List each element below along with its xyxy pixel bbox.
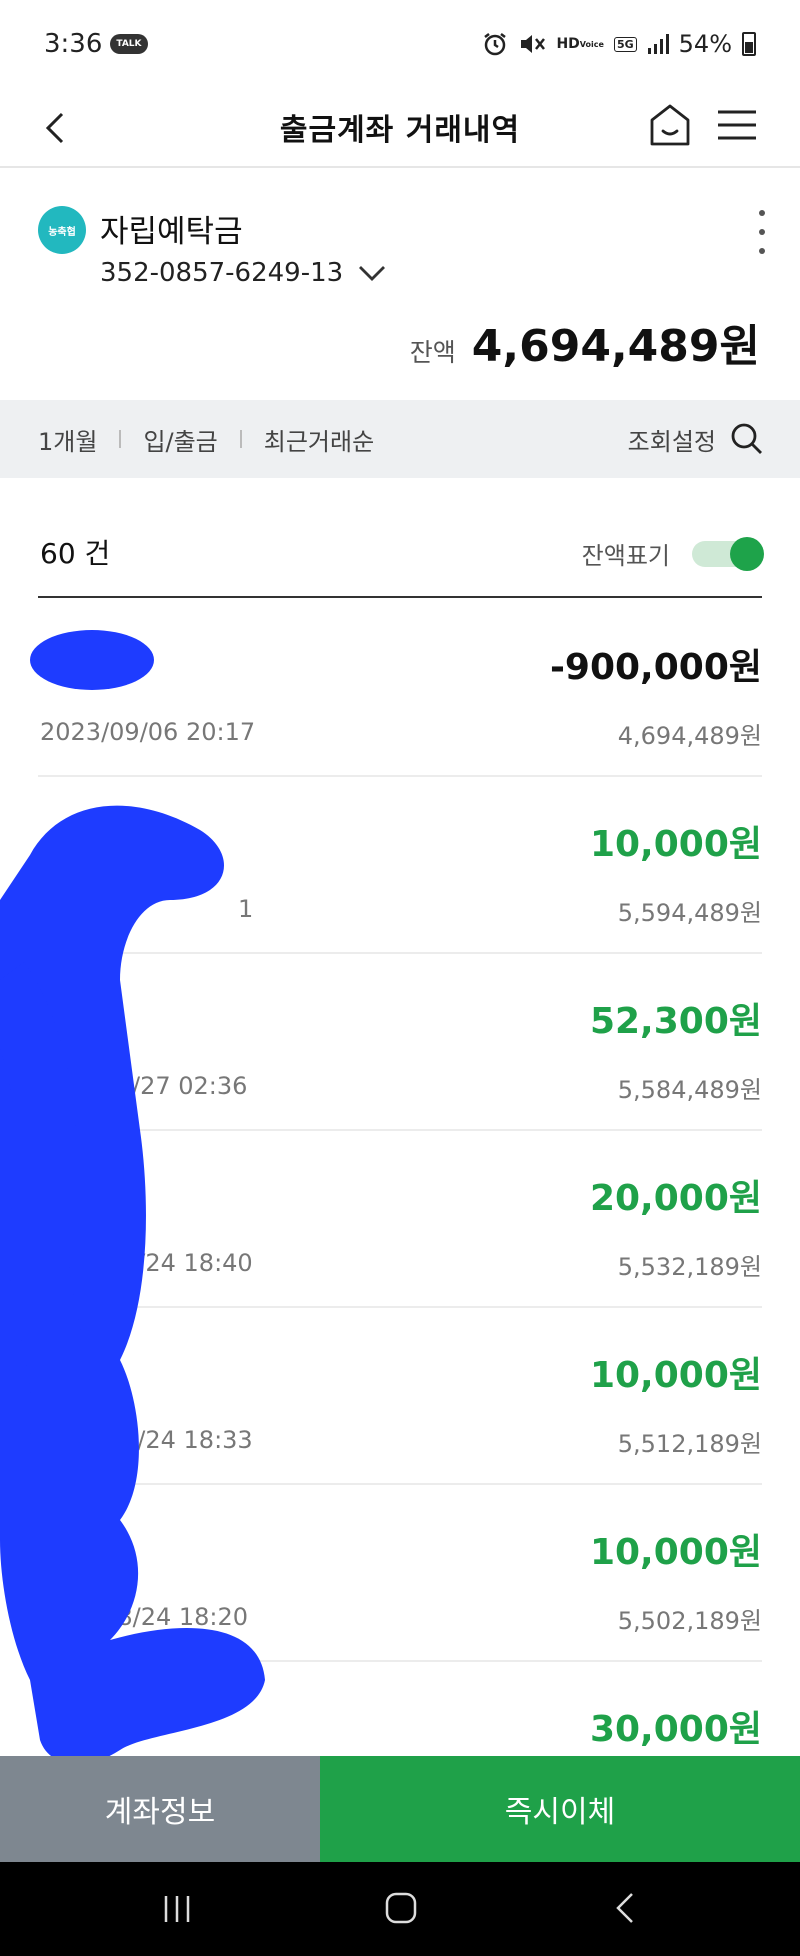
- more-dot: [759, 248, 765, 254]
- transaction-amount: 10,000원: [589, 1355, 762, 1396]
- transaction-summary: 60 건 잔액표기: [38, 478, 764, 598]
- more-dot: [759, 229, 765, 235]
- signal-icon: [647, 33, 669, 55]
- balance-value: 4,694,489원: [471, 321, 760, 372]
- filter-divider: [119, 430, 122, 448]
- more-dot: [759, 210, 765, 216]
- battery-percent: 54%: [678, 30, 732, 58]
- transaction-balance: 4,694,489원: [617, 722, 762, 750]
- search-icon: [731, 423, 762, 454]
- transaction-count: 60 건: [40, 537, 111, 570]
- transaction-amount: -900,000원: [549, 647, 762, 688]
- voice-text: Voice: [579, 39, 604, 49]
- status-bar: 3:36 TALK HD Voice 5G 54%: [0, 0, 800, 88]
- balance-toggle-label: 잔액표기: [581, 542, 670, 570]
- android-nav-bar: [0, 1862, 800, 1956]
- transaction-amount: 20,000원: [589, 1178, 762, 1219]
- transaction-balance: 5,584,489원: [617, 1076, 762, 1104]
- redaction-blob: [30, 630, 154, 690]
- balance-row: 잔액 4,694,489원: [410, 310, 760, 374]
- transaction-amount: 10,000원: [589, 1532, 762, 1573]
- bottom-action-bar: 계좌정보 즉시이체: [0, 1756, 800, 1862]
- home-nav-icon[interactable]: [383, 1890, 419, 1926]
- hd-voice-icon: HD Voice: [556, 35, 604, 52]
- account-summary: 농축협 자립예탁금 352-0857-6249-13 잔액 4,694,489원: [0, 168, 800, 400]
- menu-icon: [718, 110, 756, 140]
- hd-text: HD: [556, 35, 580, 52]
- transaction-balance: 5,532,189원: [617, 1253, 762, 1281]
- balance-display-toggle-row[interactable]: 잔액표기: [581, 536, 764, 571]
- balance-label: 잔액: [409, 338, 456, 367]
- alarm-icon: [482, 31, 508, 57]
- status-time: 3:36: [44, 29, 103, 59]
- more-options-button[interactable]: [752, 210, 772, 254]
- account-info-button[interactable]: 계좌정보: [0, 1756, 320, 1862]
- search-settings-button[interactable]: 조회설정: [628, 422, 764, 457]
- balance-toggle-switch[interactable]: [692, 536, 764, 571]
- app-header: 출금계좌 거래내역: [0, 88, 800, 168]
- transaction-balance: 5,594,489원: [617, 899, 762, 927]
- instant-transfer-button[interactable]: 즉시이체: [320, 1756, 800, 1862]
- transaction-balance: 5,502,189원: [617, 1607, 762, 1635]
- bank-logo-icon: 농축협: [38, 206, 86, 254]
- status-icons: HD Voice 5G 54%: [482, 30, 756, 58]
- redaction-marks: [0, 630, 265, 1764]
- menu-button[interactable]: [714, 104, 760, 146]
- filter-order[interactable]: 최근거래순: [264, 422, 374, 457]
- network-5g-icon: 5G: [613, 36, 637, 52]
- search-settings-label: 조회설정: [627, 427, 716, 456]
- chevron-down-icon: [359, 266, 386, 281]
- transaction-amount: 10,000원: [589, 824, 762, 865]
- kakaotalk-notification-icon: TALK: [110, 34, 148, 54]
- back-icon: [45, 112, 64, 144]
- mute-icon: [518, 31, 546, 57]
- account-number-selector[interactable]: 352-0857-6249-13: [100, 258, 387, 288]
- recents-icon[interactable]: [160, 1892, 194, 1926]
- network-type: 5G: [613, 36, 637, 52]
- filter-type[interactable]: 입/출금: [143, 422, 217, 457]
- transaction-amount: 52,300원: [589, 1001, 762, 1042]
- account-number: 352-0857-6249-13: [100, 258, 344, 288]
- home-button[interactable]: [646, 100, 694, 150]
- filter-period[interactable]: 1개월: [38, 422, 97, 457]
- back-nav-icon[interactable]: [612, 1890, 640, 1926]
- account-name: 자립예탁금: [100, 214, 243, 250]
- filter-divider: [239, 430, 242, 448]
- battery-icon: [742, 32, 756, 56]
- transaction-balance: 5,512,189원: [617, 1430, 762, 1458]
- home-icon: [650, 104, 690, 146]
- filter-bar[interactable]: 1개월 입/출금 최근거래순 조회설정: [0, 400, 800, 478]
- transaction-amount: 30,000원: [589, 1709, 762, 1750]
- back-button[interactable]: [36, 106, 80, 150]
